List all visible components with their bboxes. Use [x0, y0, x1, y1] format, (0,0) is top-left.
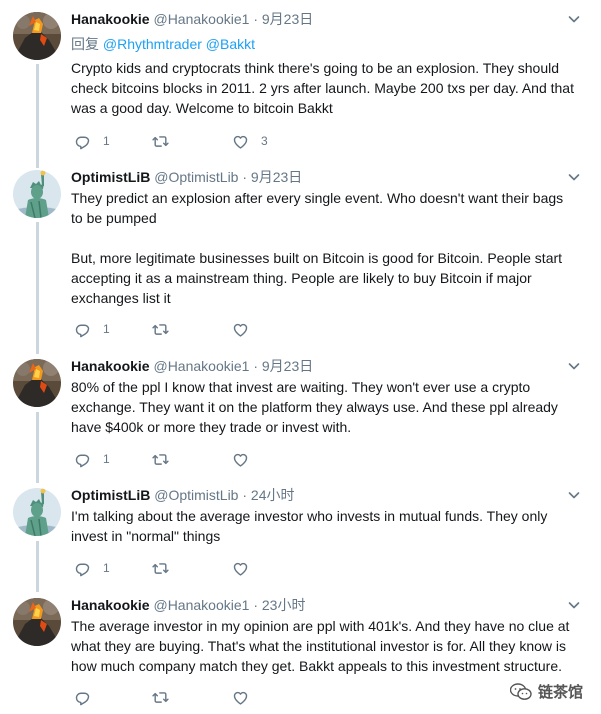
author-name[interactable]: Hanakookie — [71, 358, 150, 374]
tweet-paragraph: 80% of the ppl I know that invest are wa… — [71, 379, 558, 435]
reply-context: 回复 @Rhythmtrader @Bakkt — [71, 34, 576, 54]
watermark-label: 链茶馆 — [537, 684, 583, 701]
author-handle[interactable]: @Hanakookie1 — [153, 358, 249, 374]
tweet-paragraph: I'm talking about the average investor w… — [71, 508, 548, 544]
tweet-header: Hanakookie @Hanakookie1 · 9月23日 — [71, 357, 313, 375]
reply-icon — [74, 689, 91, 706]
tweet-text: They predict an explosion after every si… — [71, 188, 576, 308]
author-name[interactable]: OptimistLiB — [71, 487, 150, 503]
tweet-header: OptimistLiB @OptimistLib · 9月23日 — [71, 168, 302, 186]
retweet-icon — [152, 321, 169, 338]
retweet-button[interactable] — [152, 449, 181, 469]
tweet-header: Hanakookie @Hanakookie1 · 9月23日 — [71, 10, 313, 28]
reply-button[interactable]: 1 — [74, 558, 110, 578]
like-icon — [232, 133, 249, 150]
tweet-paragraph: They predict an explosion after every si… — [71, 190, 564, 226]
timestamp[interactable]: 24小时 — [251, 487, 295, 503]
tweet-text: 80% of the ppl I know that invest are wa… — [71, 377, 576, 437]
like-icon — [232, 451, 249, 468]
like-button[interactable] — [232, 687, 261, 707]
retweet-button[interactable] — [152, 131, 181, 151]
like-button[interactable] — [232, 319, 261, 339]
reply-icon — [74, 560, 91, 577]
tweet-text: 回复 @Rhythmtrader @Bakkt Crypto kids and … — [71, 34, 576, 118]
chevron-down-icon[interactable] — [567, 488, 581, 502]
separator: · — [242, 169, 248, 185]
retweet-icon — [152, 451, 169, 468]
like-count: 3 — [261, 134, 268, 148]
avatar[interactable] — [13, 170, 61, 218]
reply-icon — [74, 321, 91, 338]
avatar[interactable] — [13, 488, 61, 536]
chevron-down-icon[interactable] — [567, 359, 581, 373]
tweet-header: Hanakookie @Hanakookie1 · 23小时 — [71, 596, 305, 614]
author-handle[interactable]: @OptimistLib — [154, 487, 238, 503]
watermark: 链茶馆 — [510, 681, 583, 702]
author-name[interactable]: Hanakookie — [71, 597, 150, 613]
reply-button[interactable]: 1 — [74, 131, 110, 151]
chevron-down-icon[interactable] — [567, 598, 581, 612]
retweet-icon — [152, 133, 169, 150]
retweet-icon — [152, 560, 169, 577]
separator: · — [253, 597, 258, 613]
avatar[interactable] — [13, 359, 61, 407]
like-icon — [232, 560, 249, 577]
author-name[interactable]: OptimistLiB — [71, 169, 150, 185]
author-handle[interactable]: @OptimistLib — [154, 169, 238, 185]
retweet-button[interactable] — [152, 319, 181, 339]
reply-count: 1 — [103, 561, 110, 575]
like-button[interactable] — [232, 449, 261, 469]
tweet-text: The average investor in my opinion are p… — [71, 616, 576, 676]
reply-button[interactable] — [74, 687, 103, 707]
author-handle[interactable]: @Hanakookie1 — [153, 11, 249, 27]
author-name[interactable]: Hanakookie — [71, 11, 150, 27]
wechat-icon — [510, 683, 532, 701]
reply-button[interactable]: 1 — [74, 319, 110, 339]
timestamp[interactable]: 23小时 — [262, 597, 306, 613]
avatar[interactable] — [13, 12, 61, 60]
tweet-text: I'm talking about the average investor w… — [71, 506, 576, 546]
author-handle[interactable]: @Hanakookie1 — [153, 597, 249, 613]
reply-count: 1 — [103, 134, 110, 148]
tweet[interactable]: Hanakookie @Hanakookie1 · 9月23日 80% of t… — [0, 357, 601, 479]
timestamp[interactable]: 9月23日 — [251, 169, 302, 185]
retweet-button[interactable] — [152, 558, 181, 578]
reply-icon — [74, 133, 91, 150]
reply-mentions[interactable]: @Rhythmtrader @Bakkt — [103, 36, 255, 52]
retweet-icon — [152, 689, 169, 706]
tweet-paragraph: The average investor in my opinion are p… — [71, 618, 570, 674]
tweet-header: OptimistLiB @OptimistLib · 24小时 — [71, 486, 295, 504]
like-button[interactable] — [232, 558, 261, 578]
separator: · — [253, 358, 258, 374]
tweet[interactable]: Hanakookie @Hanakookie1 · 9月23日 回复 @Rhyt… — [0, 10, 601, 162]
chevron-down-icon[interactable] — [567, 170, 581, 184]
reply-count: 1 — [103, 452, 110, 466]
tweet-paragraph: Crypto kids and cryptocrats think there'… — [71, 60, 574, 116]
tweet-paragraph: But, more legitimate businesses built on… — [71, 250, 563, 306]
timestamp[interactable]: 9月23日 — [262, 11, 313, 27]
reply-prefix: 回复 — [71, 36, 103, 52]
avatar[interactable] — [13, 598, 61, 646]
reply-count: 1 — [103, 322, 110, 336]
chevron-down-icon[interactable] — [567, 12, 581, 26]
like-button[interactable]: 3 — [232, 131, 268, 151]
tweet[interactable]: OptimistLiB @OptimistLib · 9月23日 They pr… — [0, 168, 601, 350]
separator: · — [242, 487, 248, 503]
tweet[interactable]: OptimistLiB @OptimistLib · 24小时 I'm talk… — [0, 486, 601, 588]
timestamp[interactable]: 9月23日 — [262, 358, 313, 374]
retweet-button[interactable] — [152, 687, 181, 707]
separator: · — [253, 11, 258, 27]
reply-button[interactable]: 1 — [74, 449, 110, 469]
like-icon — [232, 689, 249, 706]
reply-icon — [74, 451, 91, 468]
like-icon — [232, 321, 249, 338]
